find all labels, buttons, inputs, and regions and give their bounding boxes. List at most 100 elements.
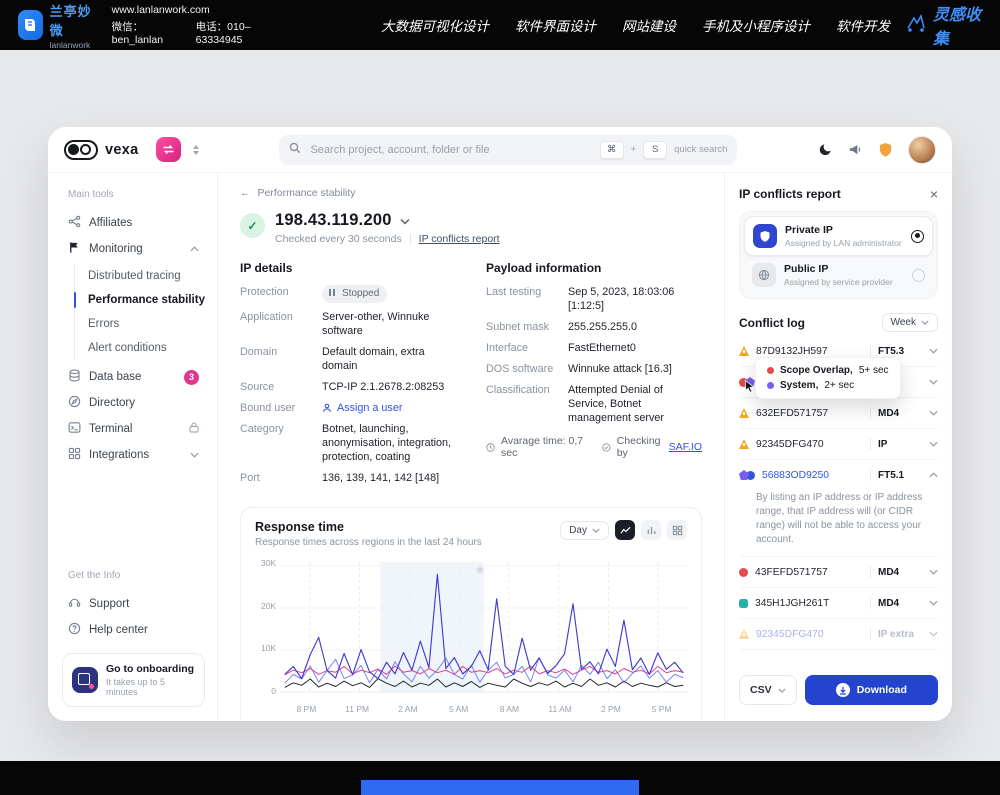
category-icon — [739, 599, 748, 608]
sidebar-item-affiliates[interactable]: Affiliates — [62, 210, 205, 236]
assign-user-link[interactable]: Assign a user — [322, 401, 402, 415]
radio-selected[interactable] — [911, 230, 924, 243]
promo-bar: 兰亭妙微 lanlanwork www.lanlanwork.com 微信：be… — [0, 0, 1000, 50]
ip-header: ✓ 198.43.119.200 Checked every 30 second… — [240, 211, 702, 245]
download-button[interactable]: Download — [805, 675, 938, 705]
saf-io-link[interactable]: SAF.IO — [669, 441, 702, 453]
shortcut-cmd-key: ⌘ — [600, 141, 624, 159]
close-icon[interactable]: × — [930, 187, 938, 201]
sidebar-label: Support — [89, 598, 199, 610]
chart-type-bar-button[interactable] — [641, 520, 661, 540]
sidebar-item-terminal[interactable]: Terminal — [62, 416, 205, 442]
promo-nav-item-website[interactable]: 网站建设 — [622, 15, 676, 35]
promo-nav-item-mobile[interactable]: 手机及小程序设计 — [702, 15, 810, 35]
announcement-icon[interactable] — [848, 142, 863, 157]
promo-nav-item-bigdata[interactable]: 大数据可视化设计 — [381, 15, 489, 35]
field-label: Subnet mask — [486, 320, 568, 334]
onboarding-card[interactable]: Go to onboarding It takes up to 5 minute… — [62, 653, 205, 707]
chart-type-grid-button[interactable] — [667, 520, 687, 540]
chart-type-line-button[interactable] — [615, 520, 635, 540]
sidebar-item-directory[interactable]: Directory — [62, 390, 205, 416]
inspiration-collect-button[interactable]: 灵感收集 — [906, 1, 982, 49]
option-subtitle: Assigned by LAN administrator — [785, 238, 903, 248]
period-value: Day — [569, 525, 587, 536]
option-public-ip[interactable]: Public IP Assigned by service provider — [744, 256, 933, 294]
inspiration-label: 灵感收集 — [933, 1, 982, 49]
field-label: Port — [240, 471, 322, 485]
log-row[interactable]: 345H1JGH261T MD4 — [739, 588, 938, 619]
integrations-icon — [68, 447, 81, 463]
sidebar-item-support[interactable]: Support — [62, 591, 205, 617]
chevron-down-icon — [929, 631, 938, 637]
payload-title: Payload information — [486, 261, 702, 275]
ip-conflicts-report-link[interactable]: IP conflicts report — [419, 233, 500, 245]
sidebar-section-main-tools: Main tools — [68, 189, 199, 200]
chevron-up-icon — [929, 472, 938, 478]
radio-unselected[interactable] — [912, 269, 925, 282]
global-search[interactable]: ⌘ + S quick search — [279, 135, 737, 165]
log-row-expanded[interactable]: 56883OD9250 FT5.1 — [739, 460, 938, 490]
log-row[interactable]: 632EFD571757 MD4 — [739, 398, 938, 429]
sidebar-item-distributed-tracing[interactable]: Distributed tracing — [75, 264, 205, 288]
conflict-log-list: 87D9132JH597 FT5.3 Scope Overlap,5+ sec — [739, 336, 938, 650]
field-value: Server-other, Winnuke software — [322, 310, 456, 338]
dark-mode-icon[interactable] — [818, 142, 833, 157]
conflict-id: 632EFD571757 — [756, 408, 863, 419]
user-avatar[interactable] — [908, 136, 936, 164]
ip-details-title: IP details — [240, 261, 456, 275]
y-axis-labels: 30K20K 10K0 — [255, 558, 281, 700]
sidebar-item-alert-conditions[interactable]: Alert conditions — [75, 336, 205, 360]
security-shield-icon[interactable] — [878, 142, 893, 158]
search-input[interactable] — [308, 143, 592, 157]
csv-export-select[interactable]: CSV — [739, 675, 797, 705]
field-label: Protection — [240, 285, 322, 303]
website-link[interactable]: www.lanlanwork.com — [112, 4, 279, 16]
vexa-logo-text: vexa — [105, 142, 138, 158]
checking-label: Checking by — [617, 435, 663, 459]
affiliates-icon — [68, 215, 81, 231]
log-row[interactable]: 43FEFD571757 MD4 — [739, 557, 938, 588]
chevron-down-icon — [929, 600, 938, 606]
back-navigation[interactable]: ← Performance stability — [240, 187, 702, 199]
conflict-id: 92345DFG470 — [756, 439, 863, 450]
field-value: Assign a user — [337, 401, 402, 415]
field-label: Last testing — [486, 285, 568, 313]
checking-by: Checking by SAF.IO — [602, 435, 702, 459]
sidebar-item-database[interactable]: Data base 3 — [62, 364, 205, 390]
chart-subtitle: Response times across regions in the las… — [255, 537, 482, 548]
conflict-id: 43FEFD571757 — [755, 567, 863, 578]
vexa-logo[interactable]: vexa — [64, 140, 138, 160]
promo-nav-item-software-ui[interactable]: 软件界面设计 — [515, 15, 596, 35]
field-value: FastEthernet0 — [568, 341, 636, 355]
sidebar-item-monitoring[interactable]: Monitoring — [62, 236, 205, 262]
database-badge: 3 — [184, 370, 199, 385]
lanlanwork-logo[interactable]: 兰亭妙微 lanlanwork — [18, 1, 96, 50]
conflict-tag: FT5.3 — [878, 346, 922, 357]
log-row-muted[interactable]: 92345DFG470 IP extra — [739, 619, 938, 650]
bottom-accent-strip — [361, 780, 639, 795]
conflict-tag: MD4 — [878, 408, 922, 419]
field-value: 255.255.255.0 — [568, 320, 637, 334]
field-value: Winnuke attack [16.3] — [568, 362, 672, 376]
back-label: Performance stability — [258, 187, 356, 199]
period-select[interactable]: Day — [560, 521, 609, 540]
week-select[interactable]: Week — [882, 313, 938, 332]
sidebar-item-errors[interactable]: Errors — [75, 312, 205, 336]
sidebar-item-integrations[interactable]: Integrations — [62, 442, 205, 468]
log-row-hovered[interactable]: Scope Overlap,5+ sec System,2+ sec — [739, 367, 938, 398]
log-row[interactable]: 92345DFG470 IP — [739, 429, 938, 460]
sidebar-label: Affiliates — [89, 217, 199, 229]
field-label: DOS software — [486, 362, 568, 376]
conflict-id: 92345DFG470 — [756, 629, 863, 640]
sidebar-item-help-center[interactable]: Help center — [62, 617, 205, 643]
promo-nav-item-dev[interactable]: 软件开发 — [836, 15, 890, 35]
line-chart-plot[interactable] — [281, 558, 687, 700]
sidebar-item-performance-stability[interactable]: Performance stability — [75, 288, 205, 312]
option-private-ip[interactable]: Private IP Assigned by LAN administrator — [744, 216, 933, 256]
checked-interval: Checked every 30 seconds — [275, 233, 402, 245]
pause-icon — [329, 287, 337, 301]
workspace-switcher-button[interactable] — [156, 137, 181, 162]
field-label: Interface — [486, 341, 568, 355]
workspace-caret-icon[interactable] — [193, 145, 199, 155]
ip-chevron-icon[interactable] — [400, 212, 410, 230]
